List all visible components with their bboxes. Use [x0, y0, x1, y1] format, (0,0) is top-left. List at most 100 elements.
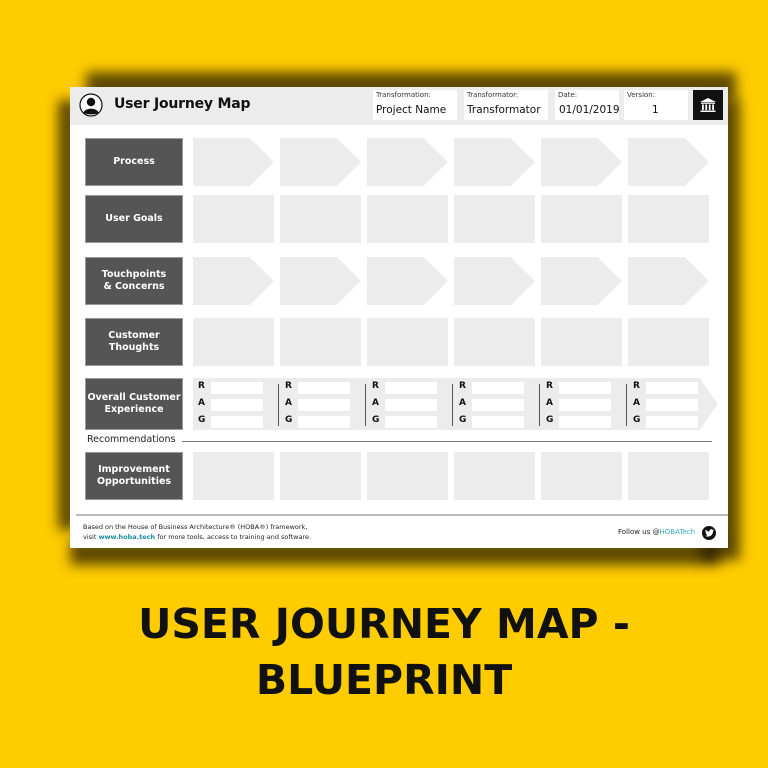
date-field[interactable]: Date: 01/01/2019 — [555, 90, 620, 120]
bank-logo-button[interactable] — [693, 90, 723, 120]
footer-line-2: visit www.hoba.tech for more tools, acce… — [83, 532, 311, 542]
arrow-cell[interactable] — [367, 257, 448, 305]
rag-letter: A — [198, 398, 205, 408]
input-cell[interactable] — [541, 318, 622, 366]
rag-separator — [365, 384, 366, 426]
follow-prefix: Follow us @ — [618, 528, 660, 536]
user-avatar-icon — [79, 93, 103, 117]
input-cell[interactable] — [280, 452, 361, 500]
arrow-cell[interactable] — [541, 257, 622, 305]
arrow-cell[interactable] — [280, 138, 361, 186]
row-label-2: Touchpoints & Concerns — [85, 257, 183, 305]
rag-input[interactable] — [472, 399, 524, 411]
rag-input[interactable] — [472, 382, 524, 394]
rag-separator — [539, 384, 540, 426]
header-bar: User Journey Map Transformation: Project… — [70, 87, 728, 125]
twitter-handle-link[interactable]: HOBATech — [660, 528, 696, 536]
recommendations-label: Recommendations — [87, 434, 176, 445]
arrow-cell[interactable] — [193, 138, 274, 186]
field-label: Transformation: — [376, 91, 431, 99]
recommendations-divider — [182, 441, 712, 442]
transformation-field[interactable]: Transformation: Project Name — [373, 90, 457, 120]
rag-input[interactable] — [211, 382, 263, 394]
arrow-cell[interactable] — [454, 257, 535, 305]
input-cell[interactable] — [541, 452, 622, 500]
input-cell[interactable] — [193, 195, 274, 243]
rag-input[interactable] — [385, 382, 437, 394]
footer-divider — [76, 514, 728, 516]
rag-input[interactable] — [298, 416, 350, 428]
rag-input[interactable] — [646, 416, 698, 428]
twitter-button[interactable] — [702, 526, 716, 540]
rag-letter: R — [633, 381, 640, 391]
input-cell[interactable] — [280, 195, 361, 243]
field-value: Project Name — [376, 104, 447, 116]
input-cell[interactable] — [367, 452, 448, 500]
rag-input[interactable] — [559, 416, 611, 428]
follow-us: Follow us @HOBATech — [618, 528, 695, 536]
row-label-3: Customer Thoughts — [85, 318, 183, 366]
rag-letter: A — [285, 398, 292, 408]
rag-input[interactable] — [211, 416, 263, 428]
rag-input[interactable] — [646, 399, 698, 411]
arrow-cell[interactable] — [628, 138, 709, 186]
twitter-icon — [704, 529, 714, 537]
rag-letter: G — [546, 415, 554, 425]
rag-letter: A — [459, 398, 466, 408]
rag-input[interactable] — [385, 416, 437, 428]
rag-input[interactable] — [298, 399, 350, 411]
headline-line-1: USER JOURNEY MAP - — [138, 600, 630, 648]
rag-letter: R — [546, 381, 553, 391]
footer-suffix: for more tools, access to training and s… — [155, 533, 312, 541]
input-cell[interactable] — [628, 452, 709, 500]
rag-letter: A — [633, 398, 640, 408]
rag-letter: R — [285, 381, 292, 391]
field-label: Version: — [627, 91, 656, 99]
rag-input[interactable] — [559, 399, 611, 411]
version-field[interactable]: Version: 1 — [624, 90, 688, 120]
field-value: 1 — [652, 104, 659, 116]
bank-building-icon — [700, 98, 716, 112]
footer-line-1: Based on the House of Business Architect… — [83, 523, 308, 531]
hoba-link[interactable]: www.hoba.tech — [98, 533, 155, 541]
rag-input[interactable] — [385, 399, 437, 411]
rag-letter: G — [285, 415, 293, 425]
input-cell[interactable] — [541, 195, 622, 243]
rag-letter: G — [198, 415, 206, 425]
rag-input[interactable] — [298, 382, 350, 394]
rag-input[interactable] — [472, 416, 524, 428]
arrow-cell[interactable] — [541, 138, 622, 186]
input-cell[interactable] — [454, 195, 535, 243]
input-cell[interactable] — [367, 195, 448, 243]
input-cell[interactable] — [454, 318, 535, 366]
input-cell[interactable] — [193, 318, 274, 366]
rag-separator — [452, 384, 453, 426]
input-cell[interactable] — [280, 318, 361, 366]
rag-input[interactable] — [646, 382, 698, 394]
row-label-0: Process — [85, 138, 183, 186]
rag-letter: G — [372, 415, 380, 425]
page-headline: USER JOURNEY MAP - BLUEPRINT — [0, 596, 768, 708]
input-cell[interactable] — [628, 195, 709, 243]
field-label: Date: — [558, 91, 578, 99]
input-cell[interactable] — [193, 452, 274, 500]
rag-letter: A — [372, 398, 379, 408]
field-label: Transformator: — [467, 91, 519, 99]
rag-letter: R — [459, 381, 466, 391]
field-value: 01/01/2019 — [559, 104, 620, 116]
arrow-cell[interactable] — [628, 257, 709, 305]
rag-letter: G — [633, 415, 641, 425]
arrow-cell[interactable] — [367, 138, 448, 186]
input-cell[interactable] — [367, 318, 448, 366]
rag-input[interactable] — [559, 382, 611, 394]
rag-input[interactable] — [211, 399, 263, 411]
arrow-cell[interactable] — [454, 138, 535, 186]
footer-attribution: Based on the House of Business Architect… — [83, 522, 311, 542]
rag-separator — [626, 384, 627, 426]
input-cell[interactable] — [454, 452, 535, 500]
transformator-field[interactable]: Transformator: Transformator — [464, 90, 548, 120]
arrow-cell[interactable] — [193, 257, 274, 305]
arrow-cell[interactable] — [280, 257, 361, 305]
input-cell[interactable] — [628, 318, 709, 366]
row-label-5: Improvement Opportunities — [85, 452, 183, 500]
